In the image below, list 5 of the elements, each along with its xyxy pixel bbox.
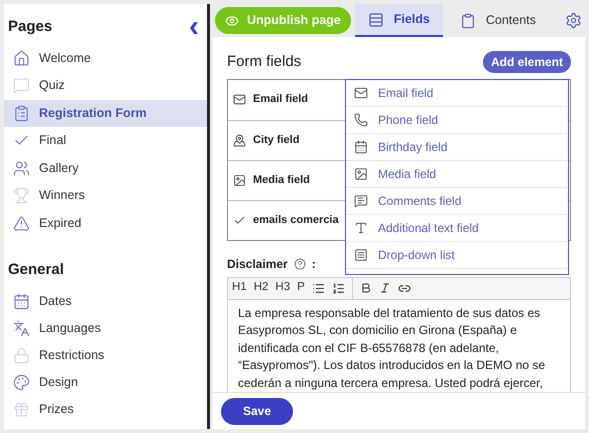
section-heading: Pages [7, 17, 54, 37]
section-heading: General [7, 260, 65, 280]
field-label: Disclaimer [227, 256, 288, 272]
colon: : [312, 256, 316, 272]
section-title: Form fields [227, 52, 302, 72]
